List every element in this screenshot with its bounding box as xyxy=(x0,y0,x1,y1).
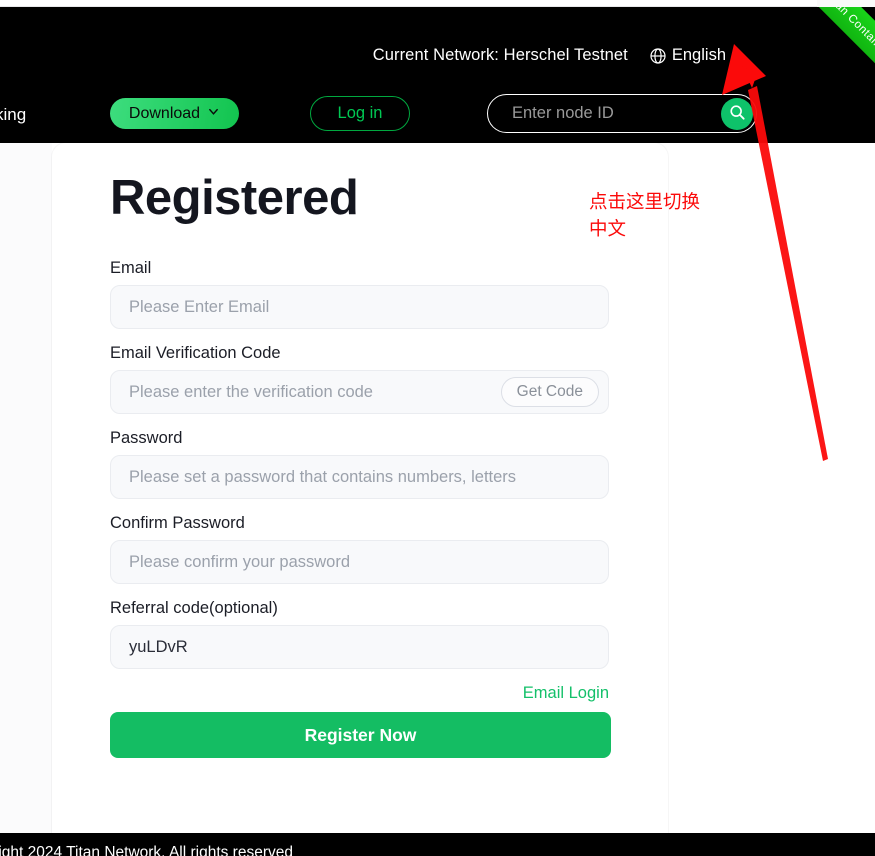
referral-code-field[interactable] xyxy=(110,625,609,669)
node-search-box[interactable] xyxy=(487,94,757,133)
confirm-password-field[interactable] xyxy=(110,540,609,584)
field-group-confirm-password: Confirm Password xyxy=(110,514,609,584)
language-selector[interactable]: English xyxy=(650,46,745,65)
register-card: Registered Email Email Verification Code… xyxy=(52,143,668,833)
field-group-referral-code: Referral code(optional) xyxy=(110,599,609,669)
register-now-button[interactable]: Register Now xyxy=(110,712,611,758)
current-network-label: Current Network: Herschel Testnet xyxy=(372,45,628,64)
verification-code-label: Email Verification Code xyxy=(110,344,281,362)
page-body: Registered Email Email Verification Code… xyxy=(0,143,875,833)
page-title: Registered xyxy=(110,171,359,225)
field-group-email: Email xyxy=(110,259,609,329)
browser-top-strip xyxy=(0,0,875,7)
download-button[interactable]: Download xyxy=(110,98,239,129)
login-button[interactable]: Log in xyxy=(310,96,410,131)
chevron-down-icon xyxy=(732,50,745,63)
email-login-row: Email Login xyxy=(110,684,609,703)
password-field[interactable] xyxy=(110,455,609,499)
top-strip-right-segment xyxy=(817,0,875,7)
email-label: Email xyxy=(110,259,152,277)
footer-copyright: Copyright 2024 Titan Network. All rights… xyxy=(0,844,293,856)
verification-code-wrapper: Get Code xyxy=(110,370,609,414)
field-group-password: Password xyxy=(110,429,609,499)
search-icon xyxy=(728,103,747,125)
language-label: English xyxy=(671,45,726,64)
referral-code-label: Referral code(optional) xyxy=(110,599,278,617)
chevron-down-icon xyxy=(207,105,220,123)
header-nav-row: king Download Log in xyxy=(0,93,875,141)
download-label: Download xyxy=(128,104,201,122)
get-code-button[interactable]: Get Code xyxy=(500,377,599,407)
confirm-password-label: Confirm Password xyxy=(110,514,245,532)
search-submit-button[interactable] xyxy=(721,98,753,130)
site-header: Current Network: Herschel Testnet Englis… xyxy=(0,7,875,143)
page-background-left xyxy=(0,143,52,833)
email-login-link[interactable]: Email Login xyxy=(523,684,609,702)
search-input[interactable] xyxy=(488,104,756,123)
email-field[interactable] xyxy=(110,285,609,329)
site-footer: Copyright 2024 Titan Network. All rights… xyxy=(0,833,875,856)
register-form: Email Email Verification Code Get Code P… xyxy=(110,259,611,758)
field-group-verification-code: Email Verification Code Get Code xyxy=(110,344,609,414)
globe-icon xyxy=(650,48,666,64)
password-label: Password xyxy=(110,429,183,447)
header-utility-row: Current Network: Herschel Testnet Englis… xyxy=(0,40,875,70)
nav-item-staking[interactable]: king xyxy=(0,105,26,125)
